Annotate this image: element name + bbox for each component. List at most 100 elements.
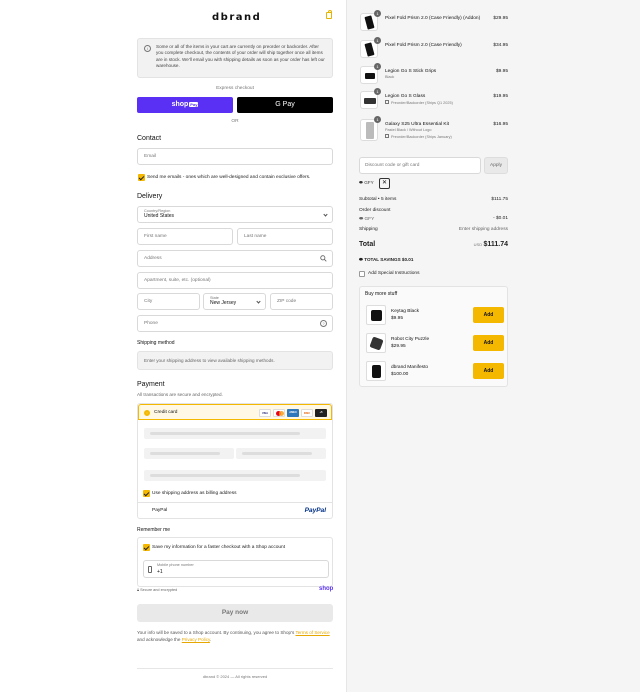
savings-icon: ⬬ <box>359 257 363 262</box>
item-price: $16.95 <box>493 122 508 127</box>
upsell-box: Buy more stuff Keytag Black $9.95 Add Ro… <box>359 286 508 387</box>
order-discount-value: - $0.01 <box>493 216 508 221</box>
notice-text: Some or all of the items in your cart ar… <box>156 44 325 68</box>
upsell-item-price: $29.95 <box>391 344 406 349</box>
add-upsell-button[interactable]: Add <box>473 307 504 323</box>
state-value: New Jersey <box>210 300 237 306</box>
country-select[interactable]: Country/Region United States <box>137 206 333 223</box>
first-name-field[interactable]: First name <box>137 228 233 245</box>
zip-field[interactable]: ZIP code <box>270 293 333 310</box>
country-value: United States <box>144 213 175 219</box>
item-price: $29.95 <box>493 16 508 21</box>
payment-subtitle: All transactions are secure and encrypte… <box>137 392 223 397</box>
state-select[interactable]: State New Jersey <box>203 293 266 310</box>
chevron-down-icon <box>256 299 261 304</box>
shipping-method-message: Enter your shipping address to view avai… <box>137 351 333 370</box>
address-field[interactable]: Address <box>137 250 333 267</box>
security-code-field[interactable] <box>236 448 326 459</box>
city-field[interactable]: City <box>137 293 200 310</box>
shipping-method-heading: Shipping method <box>137 340 175 346</box>
calendar-icon <box>385 100 389 104</box>
total-value: $111.74 <box>483 241 508 248</box>
applied-code: GFY <box>364 180 374 185</box>
subtotal-row: Subtotal • 5 items $111.75 <box>359 197 508 202</box>
newsletter-label: Send me emails - ones which are well-des… <box>147 175 311 180</box>
add-upsell-button[interactable]: Add <box>473 363 504 379</box>
upsell-item-price: $100.00 <box>391 372 409 377</box>
order-discount-code: GFY <box>364 217 375 222</box>
name-on-card-field[interactable] <box>144 470 326 481</box>
calendar-icon <box>385 134 389 138</box>
email-field[interactable]: Email <box>137 148 333 165</box>
lock-icon: 🔒︎ <box>137 588 140 592</box>
upsell-item-price: $9.95 <box>391 316 404 321</box>
save-info-label: Save my information for a faster checkou… <box>152 545 286 550</box>
shipping-value: Enter shipping address <box>458 227 508 232</box>
upsell-heading: Buy more stuff <box>365 291 398 297</box>
mobile-phone-field[interactable]: Mobile phone number +1 <box>143 560 329 578</box>
newsletter-checkbox[interactable] <box>138 174 145 181</box>
shop-pay-text: shop <box>171 101 189 108</box>
item-variant: Black <box>385 75 395 79</box>
subtotal-label: Subtotal • 5 items <box>359 197 397 202</box>
total-label: Total <box>359 241 376 248</box>
privacy-link[interactable]: Privacy Policy <box>182 637 210 642</box>
more-cards-badge: +5 <box>315 409 327 417</box>
legal-text-end: . <box>209 637 212 642</box>
contact-heading: Contact <box>137 135 162 142</box>
upsell-thumbnail <box>366 305 386 325</box>
special-instructions-label: Add Special Instructions <box>368 271 420 276</box>
secure-text: Secure and encrypted <box>140 588 178 592</box>
total-row: Total USD $111.74 <box>359 241 508 251</box>
quantity-badge: 1 <box>374 37 381 44</box>
add-upsell-button[interactable]: Add <box>473 335 504 351</box>
quantity-badge: 1 <box>374 63 381 70</box>
cart-icon[interactable] <box>326 10 332 19</box>
total-amount-group: USD $111.74 <box>474 241 508 248</box>
mobile-label: Mobile phone number <box>157 563 194 567</box>
mastercard-icon <box>273 409 285 417</box>
order-discount-code-row: ⬬ GFY - $0.01 <box>359 216 508 222</box>
terms-link[interactable]: Terms of Service <box>295 630 329 635</box>
last-name-field[interactable]: Last name <box>237 228 333 245</box>
upsell-item: Robot City Puzzle $29.95 Add <box>366 333 504 357</box>
apartment-field[interactable]: Apartment, suite, etc. (optional) <box>137 272 333 289</box>
delivery-heading: Delivery <box>137 193 163 200</box>
chevron-down-icon <box>323 212 328 217</box>
applied-code-tag: ⬬ GFY <box>359 180 374 185</box>
legal-text-mid: and acknowledge the <box>137 637 182 642</box>
cart-item: 1 Pixel Fold Prism 2.0 (Case Friendly) (… <box>360 10 508 33</box>
help-icon[interactable]: ? <box>320 320 327 327</box>
credit-card-label: Credit card <box>154 410 178 415</box>
mobile-icon <box>148 566 152 573</box>
remember-me-box: Save my information for a faster checkou… <box>137 537 333 587</box>
tag-icon: ⬬ <box>359 217 364 222</box>
remember-heading: Remember me <box>137 527 171 533</box>
shop-pay-button[interactable]: shop Pay <box>137 97 233 113</box>
google-pay-button[interactable]: G Pay <box>237 97 333 113</box>
remove-code-button[interactable]: ✕ <box>379 178 390 189</box>
apply-discount-button[interactable]: Apply <box>484 157 508 174</box>
paypal-option[interactable]: PayPal PayPal <box>138 502 332 518</box>
save-info-checkbox[interactable] <box>143 544 150 551</box>
amex-icon: AMEX <box>287 409 299 417</box>
phone-placeholder: Phone <box>144 321 158 326</box>
credit-card-option[interactable]: Credit card VISA AMEX DISC +5 <box>138 404 332 420</box>
info-icon: i <box>144 45 151 52</box>
discount-code-input[interactable]: Discount code or gift card <box>359 157 481 174</box>
billing-same-checkbox[interactable] <box>143 490 150 497</box>
expiry-field[interactable] <box>144 448 234 459</box>
card-number-field[interactable] <box>144 428 326 439</box>
special-instructions-checkbox[interactable] <box>359 271 365 277</box>
phone-field[interactable]: Phone ? <box>137 315 333 332</box>
item-price: $9.95 <box>495 69 508 74</box>
upsell-item-name: Keytag Black <box>391 309 419 314</box>
brand-logo[interactable]: dbrand <box>212 12 261 23</box>
quantity-badge: 1 <box>374 10 381 17</box>
tag-icon: ⬬ <box>359 180 363 185</box>
item-preorder-note: Preorder/Backorder (Ships Q1 2025) <box>385 100 453 105</box>
pay-now-button[interactable]: Pay now <box>137 604 333 622</box>
credit-card-radio[interactable] <box>144 410 150 416</box>
shop-logo: shop <box>319 586 334 592</box>
mobile-value: +1 <box>157 569 163 575</box>
